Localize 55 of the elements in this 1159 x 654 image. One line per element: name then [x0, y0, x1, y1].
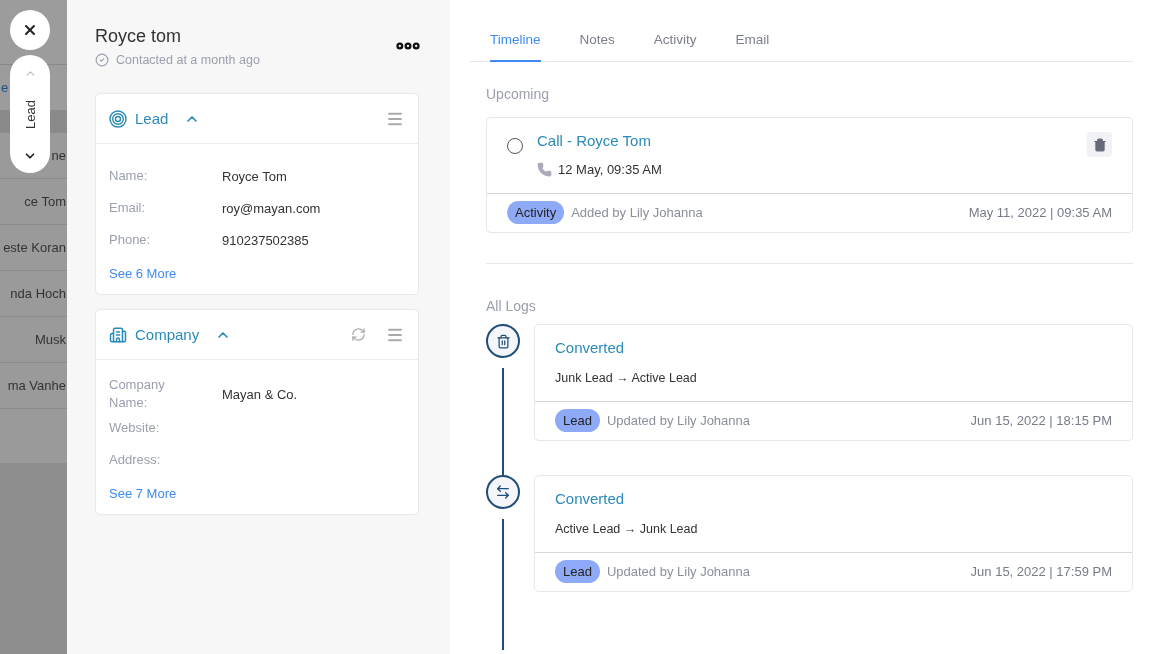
delete-button[interactable]	[1087, 132, 1112, 157]
tab[interactable]: Email	[735, 20, 770, 62]
target-icon	[109, 109, 127, 128]
contact-name: este Koran	[3, 240, 66, 255]
see-more-link[interactable]: See 6 More	[109, 266, 177, 281]
tab[interactable]: Timeline	[490, 20, 541, 62]
log-title: Converted	[555, 339, 625, 356]
log-change: Junk Lead → Active Lead	[555, 371, 698, 385]
date-text: Jun 15, 2022 | 18:15 PM	[970, 413, 1112, 428]
trash-icon	[486, 324, 520, 358]
check-circle-icon	[95, 53, 109, 67]
radio-button[interactable]	[507, 138, 523, 154]
list-link[interactable]: e	[1, 80, 9, 95]
stage-switcher[interactable]: Lead	[10, 55, 50, 173]
type-tag: Activity	[507, 201, 565, 224]
card-title: Lead	[135, 110, 169, 127]
field-label: Name:	[109, 166, 149, 185]
field-label: Address:	[109, 451, 162, 470]
date-text: Jun 15, 2022 | 17:59 PM	[970, 564, 1112, 579]
log-change: Active Lead → Junk Lead	[555, 522, 699, 536]
type-tag: Lead	[555, 409, 600, 432]
field-label: Email:	[109, 198, 147, 217]
tab[interactable]: Activity	[653, 20, 697, 62]
close-icon	[22, 22, 38, 38]
refresh-icon[interactable]	[351, 327, 366, 342]
contact-name: ma Vanhe	[7, 378, 66, 393]
trash-icon	[1092, 137, 1107, 152]
section-heading: Upcoming	[486, 86, 551, 102]
field-value: Mayan & Co.	[222, 386, 299, 402]
section-heading: All Logs	[486, 298, 537, 314]
field-label: Website:	[109, 419, 161, 438]
author-text: Updated by Lily Johanna	[606, 564, 751, 579]
activity-title[interactable]: Call - Royce Tom	[537, 132, 651, 149]
see-more-link[interactable]: See 7 More	[109, 486, 177, 502]
contact-name: ce Tom	[24, 194, 66, 209]
contact-status: Contacted at a month ago	[116, 53, 260, 67]
log-title: Converted	[555, 490, 625, 507]
activity-time: 12 May, 09:35 AM	[558, 162, 662, 177]
field-value: 910237502385	[222, 232, 310, 248]
building-icon	[109, 325, 127, 344]
field-label: Phone:	[109, 230, 152, 249]
author-text: Updated by Lily Johanna	[606, 413, 751, 428]
contact-name: ne	[51, 148, 66, 163]
tab[interactable]: Notes	[579, 20, 615, 62]
author-text: Added by Lily Johanna	[571, 205, 703, 220]
type-tag: Lead	[555, 560, 600, 583]
field-label: Company Name:	[109, 376, 166, 413]
contact-name: Musk	[34, 332, 66, 347]
phone-icon	[537, 162, 552, 177]
date-text: May 11, 2022 | 09:35 AM	[968, 205, 1112, 220]
contact-name: Royce tom	[95, 26, 183, 47]
card-title: Company	[135, 326, 200, 343]
field-value: Royce Tom	[222, 168, 288, 184]
contact-name: nda Hoch	[10, 286, 66, 301]
field-value: roy@mayan.com	[222, 200, 322, 216]
